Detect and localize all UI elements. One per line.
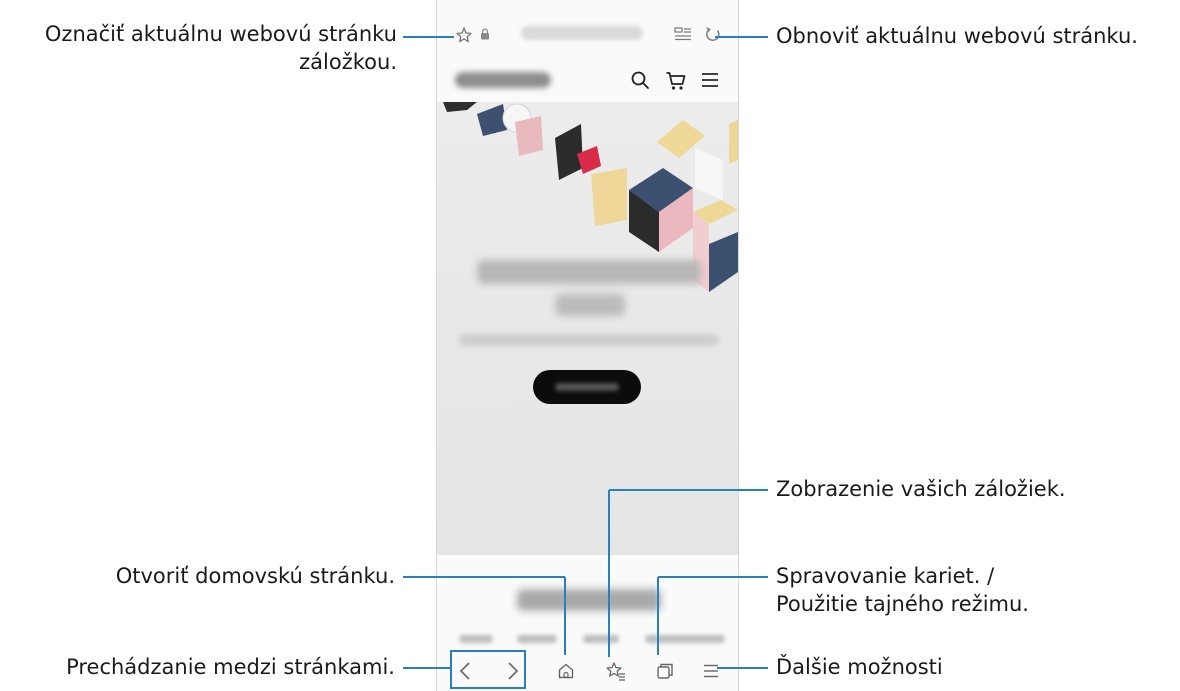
home-icon[interactable] <box>557 662 575 680</box>
site-header <box>437 60 738 102</box>
callout-bookmark-current-text: Označiť aktuálnu webovú stránku záložkou… <box>44 22 397 74</box>
callout-bookmark-current: Označiť aktuálnu webovú stránku záložkou… <box>5 20 397 76</box>
category-tab[interactable] <box>583 635 619 643</box>
category-tab[interactable] <box>517 635 557 643</box>
forward-icon[interactable] <box>507 661 519 681</box>
hero-cta-button[interactable] <box>533 370 641 404</box>
lock-icon <box>481 28 489 40</box>
search-icon[interactable] <box>630 70 650 90</box>
menu-icon[interactable] <box>701 72 719 88</box>
site-logo[interactable] <box>455 72 551 88</box>
hero-heading-line2 <box>555 294 625 316</box>
category-tab[interactable] <box>459 635 493 643</box>
address-bar <box>437 0 738 60</box>
callout-more: Ďalšie možnosti <box>776 655 943 679</box>
callout-home: Otvoriť domovskú stránku. <box>115 564 395 588</box>
callout-tabs-line1: Spravovanie kariet. / <box>776 564 995 588</box>
url-field[interactable] <box>521 26 643 40</box>
callout-refresh: Obnoviť aktuálnu webovú stránku. <box>776 24 1138 48</box>
refresh-icon[interactable] <box>704 26 722 44</box>
more-menu-icon[interactable] <box>703 663 719 679</box>
latest-section <box>437 555 738 651</box>
cart-icon[interactable] <box>665 70 687 92</box>
callout-view-bookmarks: Zobrazenie vašich záložiek. <box>776 477 1066 501</box>
bookmark-star-icon[interactable] <box>455 26 473 44</box>
hero-subtext <box>459 334 719 346</box>
callout-navigate: Prechádzanie medzi stránkami. <box>66 655 395 679</box>
bookmarks-icon[interactable] <box>606 661 626 681</box>
browser-screen <box>436 0 739 691</box>
reader-mode-icon[interactable] <box>674 27 692 43</box>
back-icon[interactable] <box>459 661 471 681</box>
section-heading <box>517 589 661 611</box>
callout-tabs-line2: Použitie tajného režimu. <box>776 592 1029 616</box>
hero-banner <box>437 102 738 638</box>
hero-cubes-image <box>443 102 738 252</box>
hero-heading <box>477 260 701 284</box>
tabs-icon[interactable] <box>656 662 674 680</box>
category-tab[interactable] <box>645 635 725 643</box>
callout-tabs: Spravovanie kariet. / Použitie tajného r… <box>776 562 1029 618</box>
bottom-toolbar <box>437 651 738 691</box>
